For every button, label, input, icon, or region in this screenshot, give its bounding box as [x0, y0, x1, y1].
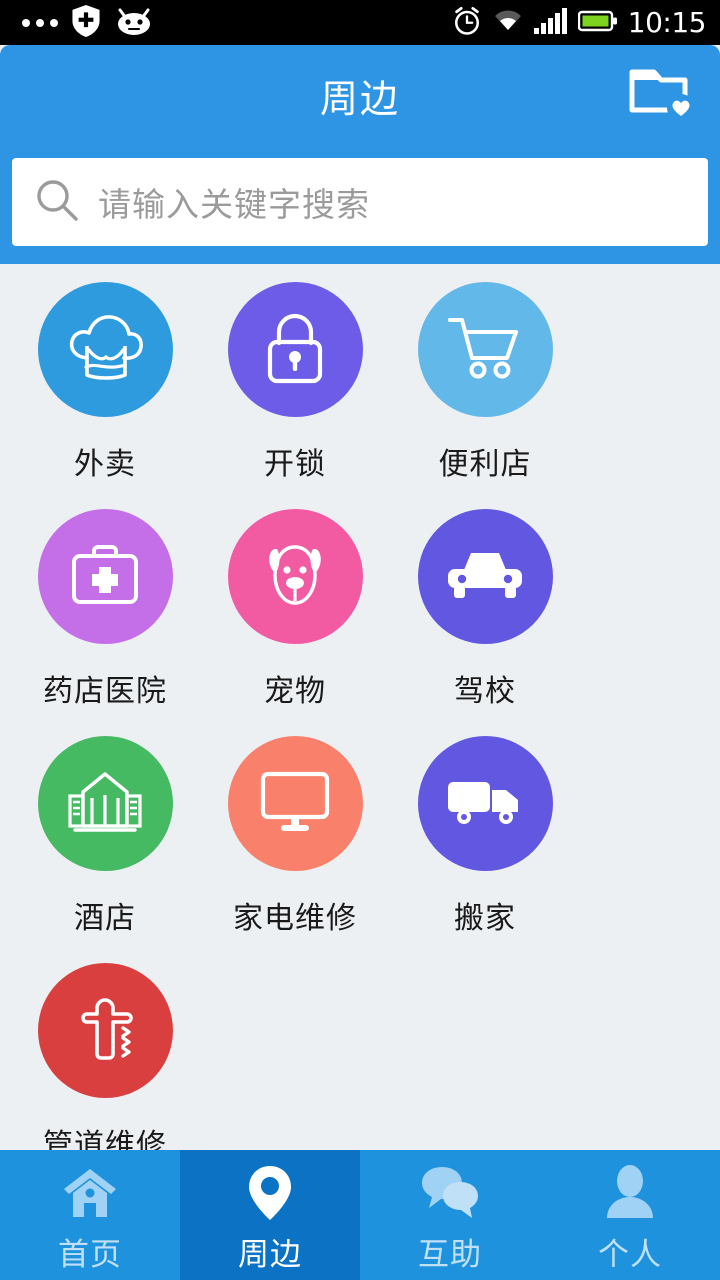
tab-nearby[interactable]: 周边 [180, 1150, 360, 1280]
category-label: 宠物 [264, 674, 326, 709]
category-label: 驾校 [454, 674, 516, 709]
category-icon-circle [417, 509, 553, 644]
shopping-cart-icon [445, 312, 525, 388]
category-icon-circle [37, 963, 173, 1098]
home-icon [60, 1163, 120, 1223]
tab-mutual-aid[interactable]: 互助 [360, 1150, 540, 1280]
category-icon-circle [417, 736, 553, 871]
battery-icon [577, 9, 618, 37]
map-pin-icon [245, 1163, 295, 1223]
more-dots-icon [22, 18, 58, 27]
tab-label: 个人 [598, 1236, 662, 1273]
category-item-pipe-repair[interactable]: 管道维修 [20, 963, 190, 1164]
car-icon [444, 546, 526, 608]
chef-hat-icon [66, 312, 144, 388]
app-header: 周边 [0, 45, 720, 146]
category-label: 家电维修 [233, 901, 357, 936]
wifi-icon [492, 8, 524, 38]
tab-personal[interactable]: 个人 [540, 1150, 720, 1280]
category-item-pharmacy-hospital[interactable]: 药店医院 [20, 509, 190, 710]
category-item-moving[interactable]: 搬家 [400, 736, 570, 937]
category-item-takeout[interactable]: 外卖 [20, 282, 190, 483]
status-bar: 10:15 [0, 0, 720, 45]
padlock-icon [262, 310, 328, 390]
page-title: 周边 [319, 77, 400, 121]
alarm-clock-icon [452, 6, 482, 40]
category-icon-circle [227, 509, 363, 644]
search-input[interactable]: 请输入关键字搜索 [12, 158, 708, 246]
category-label: 外卖 [74, 447, 136, 482]
category-item-hotel[interactable]: 酒店 [20, 736, 190, 937]
tab-label: 首页 [58, 1236, 122, 1273]
first-aid-kit-icon [67, 540, 143, 614]
status-bar-clock: 10:15 [627, 5, 707, 39]
monitor-icon [257, 768, 333, 840]
category-item-unlock[interactable]: 开锁 [210, 282, 380, 483]
category-icon-circle [37, 736, 173, 871]
moving-truck-icon [444, 772, 526, 836]
category-icon-circle [37, 509, 173, 644]
search-bar-container: 请输入关键字搜索 [0, 146, 720, 264]
search-icon [34, 177, 80, 227]
tab-label: 周边 [238, 1236, 302, 1273]
dog-face-icon [257, 537, 333, 617]
category-label: 药店医院 [43, 674, 167, 709]
tab-home[interactable]: 首页 [0, 1150, 180, 1280]
category-item-driving-school[interactable]: 驾校 [400, 509, 570, 710]
pipe-faucet-icon [67, 992, 143, 1070]
tab-label: 互助 [418, 1236, 482, 1273]
shield-plus-icon [71, 4, 101, 41]
chat-bubbles-icon [418, 1163, 482, 1223]
search-placeholder: 请输入关键字搜索 [98, 185, 370, 224]
category-icon-circle [227, 282, 363, 417]
folder-heart-icon [629, 66, 695, 126]
status-bar-left-icons [14, 4, 154, 41]
category-label: 便利店 [438, 447, 532, 482]
hotel-building-icon [65, 768, 145, 840]
category-grid: 外卖 开锁 便利店 药店医院 宠物 驾校 酒店 家电维修 搬家 管道维修 [0, 264, 720, 1163]
category-label: 开锁 [264, 447, 326, 482]
bottom-tab-bar: 首页 周边 互助 个人 [0, 1150, 720, 1280]
android-robot-icon [114, 6, 154, 40]
category-label: 搬家 [454, 901, 516, 936]
user-icon [603, 1163, 657, 1223]
category-item-convenience-store[interactable]: 便利店 [400, 282, 570, 483]
category-icon-circle [227, 736, 363, 871]
category-item-appliance-repair[interactable]: 家电维修 [210, 736, 380, 937]
status-bar-right-icons: 10:15 [452, 5, 707, 40]
signal-bars-icon [533, 7, 568, 38]
category-label: 酒店 [74, 901, 136, 936]
category-item-pets[interactable]: 宠物 [210, 509, 380, 710]
category-icon-circle [37, 282, 173, 417]
app-root: 10:15 周边 请输入关键字搜索 外卖 开锁 便利店 药店医院 宠物 驾校 酒… [0, 0, 720, 1280]
favorites-folder-button[interactable] [626, 67, 698, 125]
category-icon-circle [417, 282, 553, 417]
